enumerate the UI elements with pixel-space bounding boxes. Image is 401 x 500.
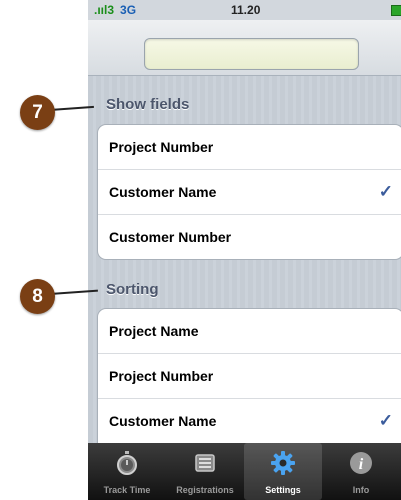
row-label: Project Name — [109, 323, 199, 339]
tab-settings[interactable]: Settings — [244, 443, 322, 500]
tab-label: Registrations — [176, 485, 234, 495]
tab-track-time[interactable]: Track Time — [88, 443, 166, 500]
list-item[interactable]: Project Number — [98, 125, 401, 170]
gear-icon — [271, 451, 295, 475]
row-label: Project Number — [109, 139, 214, 155]
checkmark-icon: ✓ — [378, 182, 393, 201]
list-item[interactable]: Project Number — [98, 354, 401, 399]
checkmark-icon: ✓ — [378, 411, 393, 430]
row-label: Customer Number — [109, 229, 232, 245]
phone-screen: .ııl3 3G 11.20 Show fields Project Number… — [88, 0, 401, 500]
info-icon: i — [350, 452, 372, 474]
list-item[interactable]: Customer Number — [98, 215, 401, 259]
tray-icon — [195, 454, 215, 472]
svg-text:i: i — [359, 456, 364, 473]
section-header-show-fields: Show fields — [106, 96, 190, 113]
show-fields-group: Project Number Customer Name ✓ Customer … — [97, 124, 401, 260]
tab-registrations[interactable]: Registrations — [166, 443, 244, 500]
tab-label: Track Time — [103, 485, 151, 495]
callout-badge-8: 8 — [20, 279, 55, 314]
callout-badge-7: 7 — [20, 95, 55, 130]
tab-info[interactable]: i Info — [322, 443, 400, 500]
list-item[interactable]: Customer Name ✓ — [98, 399, 401, 443]
tab-label: Settings — [265, 485, 301, 495]
network-type: 3G — [120, 3, 137, 17]
stopwatch-icon — [117, 451, 137, 475]
signal-indicator: .ııl3 3G — [94, 3, 137, 17]
battery-icon — [391, 5, 401, 16]
list-item[interactable]: Project Name — [98, 309, 401, 354]
section-header-sorting: Sorting — [106, 281, 159, 298]
list-item[interactable]: Customer Name ✓ — [98, 170, 401, 215]
status-time: 11.20 — [231, 3, 261, 17]
title-field[interactable] — [144, 38, 359, 70]
tab-bar: Track Time Registrations Settings i Info — [88, 443, 401, 500]
row-label: Customer Name — [109, 184, 217, 200]
row-label: Project Number — [109, 368, 214, 384]
navigation-bar — [88, 20, 401, 76]
sorting-group: Project Name Project Number Customer Nam… — [97, 308, 401, 460]
row-label: Customer Name — [109, 413, 217, 429]
tab-label: Info — [352, 485, 370, 495]
status-bar: .ııl3 3G 11.20 — [88, 0, 401, 20]
